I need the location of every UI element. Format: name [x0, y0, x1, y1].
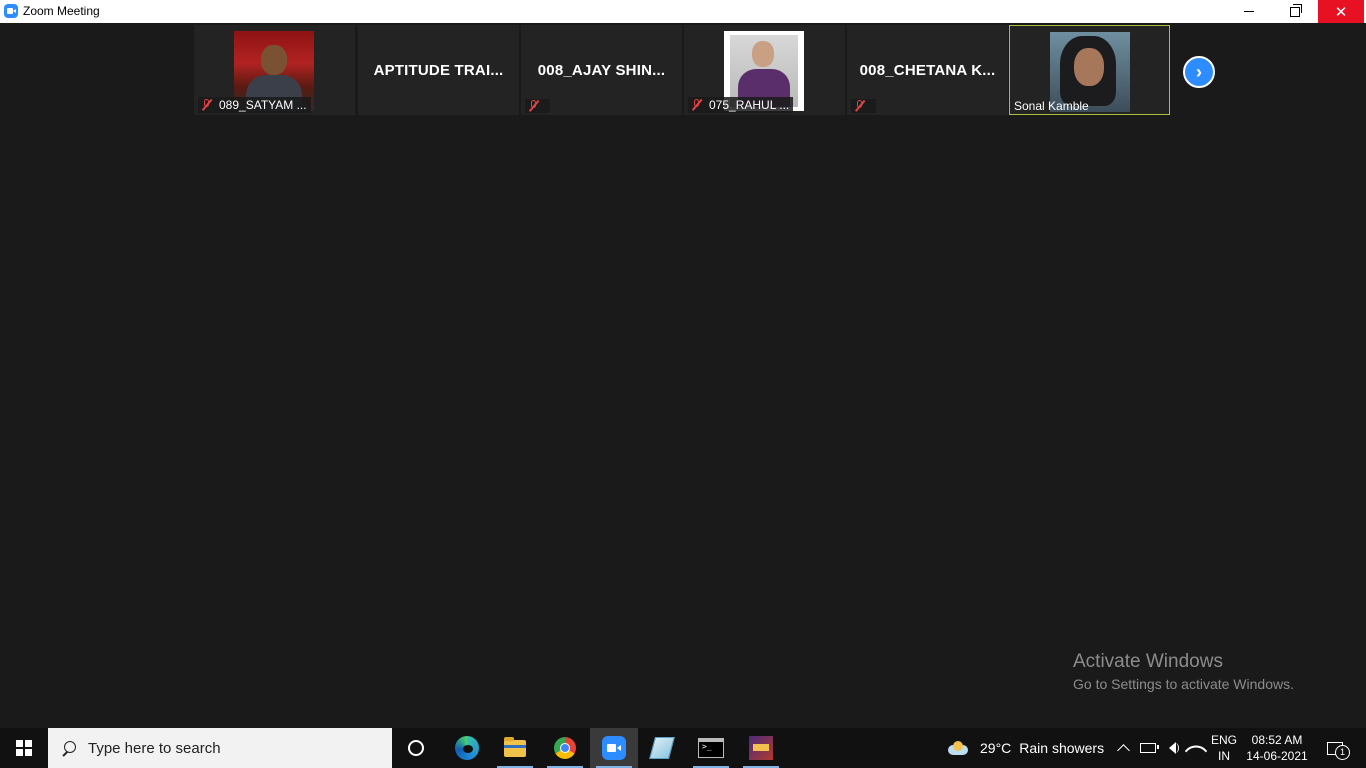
cortana-icon [408, 740, 424, 756]
speaker-icon [1168, 742, 1179, 754]
mic-muted-icon [201, 98, 213, 111]
next-page-button[interactable]: › [1183, 56, 1215, 88]
watermark-subtitle: Go to Settings to activate Windows. [1073, 676, 1294, 692]
zoom-icon [602, 736, 626, 760]
participant-name: 089_SATYAM ... [219, 98, 307, 112]
mic-muted-icon [854, 99, 866, 112]
edge-taskbar-button[interactable] [443, 728, 491, 768]
language-indicator[interactable]: ENG IN [1211, 732, 1237, 764]
mic-muted-icon [528, 99, 540, 112]
command-prompt-icon [698, 738, 724, 758]
weather-icon [948, 741, 970, 755]
weather-condition: Rain showers [1019, 740, 1105, 756]
participant-name: 075_RAHUL ... [709, 98, 790, 112]
notepad-icon [649, 737, 675, 759]
action-center-button[interactable]: 1 [1320, 728, 1350, 768]
weather-widget[interactable]: 29°C Rain showers [948, 728, 1104, 768]
edge-icon [455, 736, 479, 760]
participant-label: 075_RAHUL ... [688, 97, 794, 113]
chrome-taskbar-button[interactable] [541, 728, 589, 768]
start-button[interactable] [0, 728, 48, 768]
zoom-app-icon [4, 4, 18, 18]
title-bar: Zoom Meeting ✕ [0, 0, 1366, 23]
participant-name: Sonal Kamble [1014, 99, 1089, 113]
task-view-button[interactable] [392, 728, 440, 768]
zoom-taskbar-button[interactable] [590, 728, 638, 768]
folder-icon [504, 736, 526, 757]
restore-icon [1290, 3, 1302, 17]
chrome-icon [554, 737, 576, 759]
volume-button[interactable] [1161, 728, 1183, 768]
command-prompt-taskbar-button[interactable] [687, 728, 735, 768]
participant-tile-active-speaker[interactable]: Sonal Kamble [1009, 25, 1170, 115]
clock-date: 14-06-2021 [1246, 749, 1308, 763]
battery-icon [1140, 743, 1159, 753]
chevron-up-icon [1116, 744, 1130, 757]
search-icon [62, 741, 76, 755]
file-explorer-taskbar-button[interactable] [491, 728, 539, 768]
weather-temperature: 29°C [980, 740, 1012, 756]
notepad-taskbar-button[interactable] [638, 728, 686, 768]
taskbar-clock[interactable]: 08:52 AM 14-06-2021 [1245, 732, 1309, 764]
activate-windows-watermark: Activate Windows Go to Settings to activ… [1073, 651, 1294, 692]
participant-tile[interactable]: 089_SATYAM ... [194, 25, 355, 115]
participant-tile[interactable]: 075_RAHUL ... [684, 25, 845, 115]
participant-name: APTITUDE TRAI... [373, 61, 504, 79]
taskbar-search-box[interactable]: Type here to search [48, 728, 392, 768]
hidden-icons-button[interactable] [1112, 728, 1134, 768]
participant-label [851, 99, 876, 113]
minimize-button[interactable] [1226, 0, 1272, 23]
participant-label: 089_SATYAM ... [198, 97, 311, 113]
notification-icon: 1 [1327, 741, 1350, 760]
window-title: Zoom Meeting [23, 4, 100, 18]
participant-tile[interactable]: 008_AJAY SHIN... [521, 25, 682, 115]
participant-tile[interactable]: 008_CHETANA K... [847, 25, 1008, 115]
game-taskbar-button[interactable] [737, 728, 785, 768]
battery-button[interactable] [1137, 728, 1159, 768]
participant-tile[interactable]: APTITUDE TRAI... [358, 25, 519, 115]
close-button[interactable]: ✕ [1318, 0, 1364, 23]
watermark-title: Activate Windows [1073, 651, 1223, 672]
taskbar: Type here to search 29°C Rain showers EN… [0, 728, 1366, 768]
windows-logo-icon [16, 740, 32, 756]
restore-button[interactable] [1272, 0, 1318, 23]
chevron-right-icon: › [1196, 61, 1202, 82]
clock-time: 08:52 AM [1251, 733, 1303, 747]
language-code: ENG [1211, 733, 1238, 747]
network-button[interactable] [1184, 728, 1208, 768]
region-code: IN [1218, 749, 1230, 763]
game-icon [749, 736, 773, 760]
mic-muted-icon [691, 98, 703, 111]
wifi-icon [1184, 739, 1208, 763]
minimize-icon [1244, 11, 1254, 12]
participant-label [525, 99, 550, 113]
notification-count-badge: 1 [1335, 744, 1350, 760]
search-placeholder: Type here to search [88, 739, 221, 757]
